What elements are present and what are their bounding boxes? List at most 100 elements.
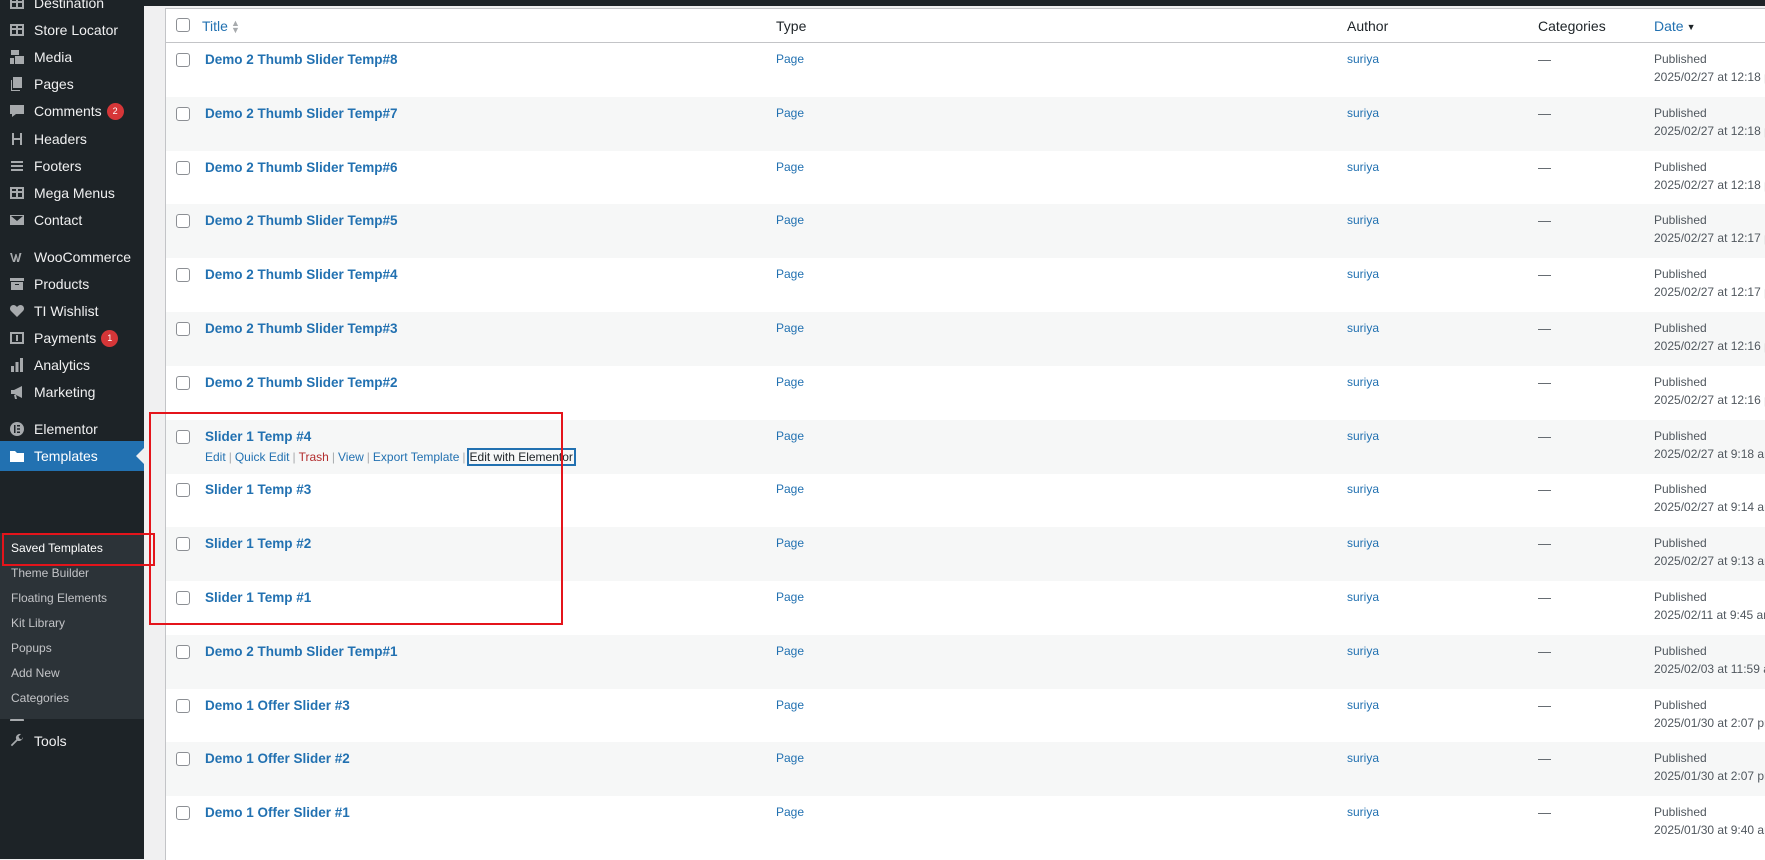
row-checkbox[interactable]: [176, 106, 190, 121]
submenu-theme-builder[interactable]: Theme Builder: [11, 566, 89, 580]
row-author-link[interactable]: suriya: [1347, 52, 1379, 66]
row-author-link[interactable]: suriya: [1347, 805, 1379, 819]
quick-edit-link[interactable]: Quick Edit: [235, 450, 290, 464]
row-checkbox[interactable]: [176, 537, 190, 552]
row-author-link[interactable]: suriya: [1347, 536, 1379, 550]
row-title-link[interactable]: Demo 2 Thumb Slider Temp#1: [205, 644, 398, 659]
row-checkbox[interactable]: [176, 591, 190, 605]
row-type-link[interactable]: Page: [776, 644, 804, 658]
row-author-link[interactable]: suriya: [1347, 213, 1379, 227]
row-title-link[interactable]: Demo 2 Thumb Slider Temp#6: [205, 160, 398, 175]
row-checkbox[interactable]: [176, 752, 190, 767]
chart-icon: [8, 356, 26, 374]
submenu-floating-elements[interactable]: Floating Elements: [11, 591, 107, 605]
row-title-link[interactable]: Demo 2 Thumb Slider Temp#8: [205, 52, 398, 67]
row-author-link[interactable]: suriya: [1347, 160, 1379, 174]
row-checkbox[interactable]: [176, 268, 190, 283]
row-author-link[interactable]: suriya: [1347, 106, 1379, 120]
row-checkbox[interactable]: [176, 160, 190, 175]
row-checkbox[interactable]: [176, 806, 190, 821]
row-checkbox[interactable]: [176, 698, 190, 713]
column-date-header[interactable]: Date ▼: [1654, 18, 1696, 34]
row-title-link[interactable]: Demo 1 Offer Slider #3: [205, 698, 350, 713]
row-title-link[interactable]: Demo 2 Thumb Slider Temp#5: [205, 213, 398, 228]
sidebar-item-headers[interactable]: Headers: [0, 124, 144, 154]
row-type-link[interactable]: Page: [776, 106, 804, 120]
row-author-link[interactable]: suriya: [1347, 751, 1379, 765]
sidebar-item-ti-wishlist[interactable]: TI Wishlist: [0, 296, 144, 326]
row-type-link[interactable]: Page: [776, 590, 804, 604]
templates-submenu: Saved Templates Theme Builder Floating E…: [0, 533, 144, 719]
row-author-link[interactable]: suriya: [1347, 482, 1379, 496]
row-type-link[interactable]: Page: [776, 160, 804, 174]
edit-with-elementor-link[interactable]: Edit with Elementor: [466, 447, 576, 466]
row-title-link[interactable]: Demo 2 Thumb Slider Temp#2: [205, 375, 398, 390]
edit-link[interactable]: Edit: [205, 450, 226, 464]
sidebar-item-woocommerce[interactable]: WooCommerce: [0, 242, 144, 272]
row-type-link[interactable]: Page: [776, 213, 804, 227]
submenu-kit-library[interactable]: Kit Library: [11, 616, 65, 630]
row-title-link[interactable]: Slider 1 Temp #1: [205, 590, 311, 605]
sort-icon: ▲ ▼: [230, 18, 240, 36]
trash-link[interactable]: Trash: [299, 450, 329, 464]
row-type-link[interactable]: Page: [776, 429, 804, 443]
select-all-checkbox[interactable]: [176, 18, 190, 32]
sidebar-item-footers[interactable]: Footers: [0, 151, 144, 181]
row-author-link[interactable]: suriya: [1347, 644, 1379, 658]
row-status: Published: [1654, 52, 1707, 66]
row-checkbox[interactable]: [176, 483, 190, 498]
sidebar-item-payments[interactable]: Payments 1: [0, 323, 144, 353]
sidebar-item-media[interactable]: Media: [0, 42, 144, 72]
row-checkbox[interactable]: [176, 375, 190, 390]
row-author-link[interactable]: suriya: [1347, 698, 1379, 712]
submenu-saved-templates[interactable]: Saved Templates: [11, 541, 103, 555]
row-checkbox[interactable]: [176, 53, 190, 67]
row-author-link[interactable]: suriya: [1347, 321, 1379, 335]
sidebar-item-comments[interactable]: Comments 2: [0, 96, 144, 126]
row-title-link[interactable]: Demo 2 Thumb Slider Temp#7: [205, 106, 398, 121]
export-template-link[interactable]: Export Template: [373, 450, 460, 464]
row-title-link[interactable]: Slider 1 Temp #2: [205, 536, 311, 551]
row-type-link[interactable]: Page: [776, 52, 804, 66]
submenu-categories[interactable]: Categories: [11, 691, 69, 705]
row-author-link[interactable]: suriya: [1347, 590, 1379, 604]
row-author-link[interactable]: suriya: [1347, 375, 1379, 389]
row-author-link[interactable]: suriya: [1347, 267, 1379, 281]
table-row: Slider 1 Temp #3 Page suriya — Published 2025…: [166, 473, 1765, 527]
sidebar-item-pages[interactable]: Pages: [0, 69, 144, 99]
row-type-link[interactable]: Page: [776, 375, 804, 389]
sidebar-item-store-locator[interactable]: Store Locator: [0, 15, 144, 45]
row-categories: —: [1538, 213, 1551, 229]
submenu-popups[interactable]: Popups: [11, 641, 52, 655]
row-type-link[interactable]: Page: [776, 805, 804, 819]
row-type-link[interactable]: Page: [776, 321, 804, 335]
row-checkbox[interactable]: [176, 214, 190, 229]
row-title-link[interactable]: Demo 1 Offer Slider #1: [205, 805, 350, 820]
row-checkbox[interactable]: [176, 322, 190, 336]
row-checkbox[interactable]: [176, 429, 190, 444]
row-type-link[interactable]: Page: [776, 536, 804, 550]
sidebar-item-templates[interactable]: Templates: [0, 441, 144, 471]
row-author-link[interactable]: suriya: [1347, 429, 1379, 443]
row-type-link[interactable]: Page: [776, 751, 804, 765]
sidebar-item-contact[interactable]: Contact: [0, 205, 144, 235]
sidebar-item-analytics[interactable]: Analytics: [0, 350, 144, 380]
sidebar-item-marketing[interactable]: Marketing: [0, 377, 144, 407]
sidebar-item-mega-menus[interactable]: Mega Menus: [0, 178, 144, 208]
row-type-link[interactable]: Page: [776, 482, 804, 496]
row-title-link[interactable]: Demo 2 Thumb Slider Temp#3: [205, 321, 398, 336]
column-title-header[interactable]: Title ▲ ▼: [202, 18, 240, 36]
row-categories: —: [1538, 52, 1551, 67]
view-link[interactable]: View: [338, 450, 364, 464]
row-checkbox[interactable]: [176, 644, 190, 659]
row-type-link[interactable]: Page: [776, 267, 804, 281]
row-title-link[interactable]: Slider 1 Temp #4: [205, 429, 311, 444]
sidebar-item-products[interactable]: Products: [0, 269, 144, 299]
row-title-link[interactable]: Slider 1 Temp #3: [205, 482, 311, 497]
row-type-link[interactable]: Page: [776, 698, 804, 712]
submenu-add-new[interactable]: Add New: [11, 666, 60, 680]
sidebar-item-tools[interactable]: Tools: [0, 726, 144, 756]
sidebar-item-elementor[interactable]: Elementor: [0, 414, 144, 444]
row-title-link[interactable]: Demo 1 Offer Slider #2: [205, 751, 350, 766]
row-title-link[interactable]: Demo 2 Thumb Slider Temp#4: [205, 267, 398, 282]
